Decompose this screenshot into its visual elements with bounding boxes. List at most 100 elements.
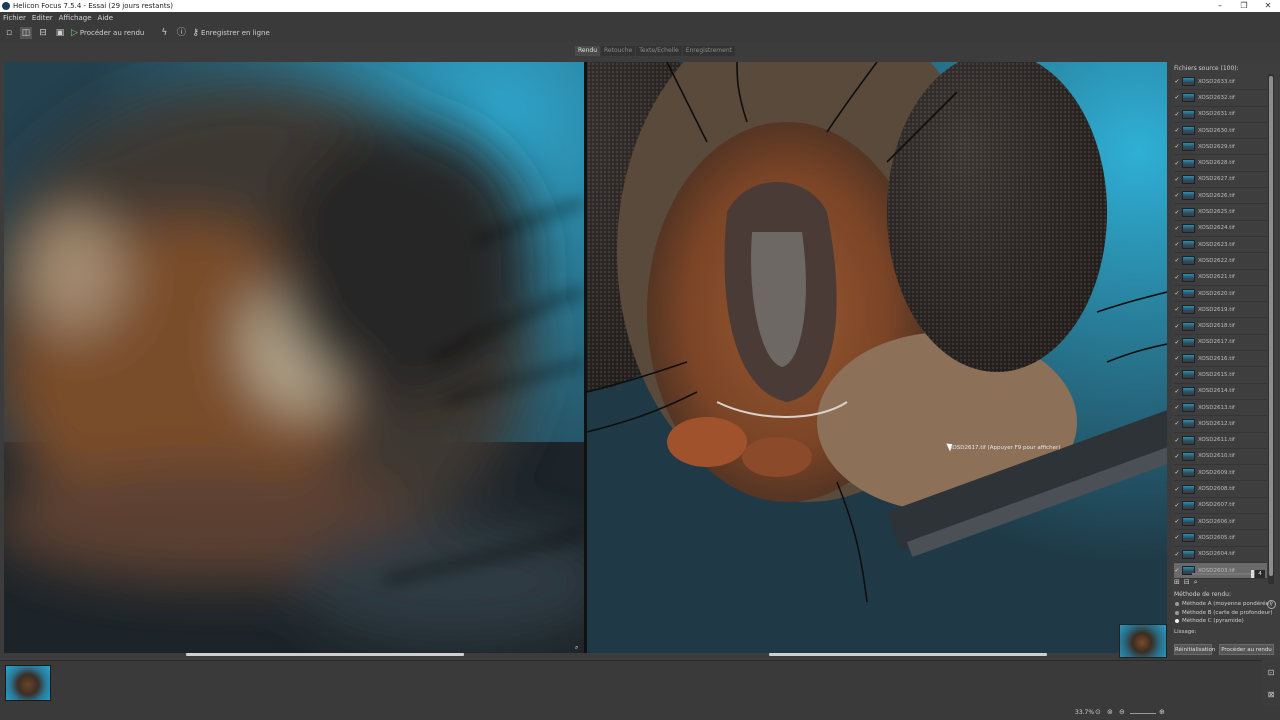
- result-image-view[interactable]: XOSD2617.tif (Appuyer F9 pour afficher): [587, 62, 1167, 653]
- tab-save[interactable]: Enregistrement: [682, 46, 735, 56]
- file-checkbox[interactable]: ✓: [1174, 192, 1180, 199]
- smoothing-slider-knob[interactable]: [1251, 570, 1254, 578]
- file-checkbox[interactable]: ✓: [1174, 420, 1180, 427]
- file-list-item[interactable]: ✓ XOSD2623.tif: [1174, 237, 1267, 254]
- remove-files-icon[interactable]: ⊟: [1184, 578, 1190, 587]
- menu-view[interactable]: Affichage: [59, 14, 92, 22]
- file-checkbox[interactable]: ✓: [1174, 404, 1180, 411]
- split-vertical-view-icon[interactable]: ◫: [20, 27, 32, 39]
- panel-render-button[interactable]: Procéder au rendu: [1219, 644, 1274, 655]
- menu-help[interactable]: Aide: [98, 14, 113, 22]
- tab-render[interactable]: Rendu: [575, 46, 601, 56]
- file-checkbox[interactable]: ✓: [1174, 388, 1180, 395]
- file-checkbox[interactable]: ✓: [1174, 323, 1180, 330]
- file-list-item[interactable]: ✓ XOSD2610.tif: [1174, 449, 1267, 466]
- zoom-out-icon[interactable]: ⊖: [1119, 708, 1125, 716]
- zoom-slider[interactable]: [1130, 713, 1156, 714]
- menu-edit[interactable]: Editer: [32, 14, 53, 22]
- file-list-item[interactable]: ✓ XOSD2608.tif: [1174, 481, 1267, 498]
- file-list-item[interactable]: ✓ XOSD2632.tif: [1174, 90, 1267, 107]
- file-list-item[interactable]: ✓ XOSD2605.tif: [1174, 530, 1267, 547]
- file-checkbox[interactable]: ✓: [1174, 371, 1180, 378]
- file-list-item[interactable]: ✓ XOSD2612.tif: [1174, 416, 1267, 433]
- file-list-item[interactable]: ✓ XOSD2611.tif: [1174, 433, 1267, 449]
- file-list-item[interactable]: ✓ XOSD2604.tif: [1174, 547, 1267, 563]
- file-list-scrollbar[interactable]: [1268, 74, 1274, 584]
- file-checkbox[interactable]: ✓: [1174, 225, 1180, 232]
- search-files-icon[interactable]: ⌕: [1194, 578, 1198, 587]
- file-list-item[interactable]: ✓ XOSD2619.tif: [1174, 302, 1267, 319]
- file-checkbox[interactable]: ✓: [1174, 339, 1180, 346]
- file-list-item[interactable]: ✓ XOSD2633.tif: [1174, 74, 1267, 91]
- close-button[interactable]: ✕: [1255, 0, 1280, 12]
- file-list-item[interactable]: ✓ XOSD2606.tif: [1174, 514, 1267, 531]
- file-checkbox[interactable]: ✓: [1174, 209, 1180, 216]
- file-checkbox[interactable]: ✓: [1174, 94, 1180, 101]
- help-icon[interactable]: ?: [1267, 600, 1276, 609]
- single-view-icon[interactable]: ▣: [54, 27, 66, 39]
- zoom-corner-icon[interactable]: ⌕: [575, 644, 578, 652]
- reset-button[interactable]: Réinitialisation: [1174, 644, 1215, 655]
- file-list-item[interactable]: ✓ XOSD2622.tif: [1174, 253, 1267, 270]
- new-file-icon[interactable]: ▫: [3, 27, 15, 39]
- file-list-item[interactable]: ✓ XOSD2629.tif: [1174, 139, 1267, 156]
- file-list-item[interactable]: ✓ XOSD2624.tif: [1174, 221, 1267, 237]
- smoothing-slider[interactable]: [1192, 570, 1256, 578]
- file-checkbox[interactable]: ✓: [1174, 176, 1180, 183]
- file-checkbox[interactable]: ✓: [1174, 241, 1180, 248]
- file-checkbox[interactable]: ✓: [1174, 534, 1180, 541]
- strip-save-icon[interactable]: ⊡: [1264, 668, 1278, 677]
- source-image-view[interactable]: ⌕: [4, 62, 584, 653]
- file-checkbox[interactable]: ✓: [1174, 160, 1180, 167]
- tab-retouch[interactable]: Retouche: [601, 46, 636, 56]
- split-horizontal-view-icon[interactable]: ⊟: [37, 27, 49, 39]
- quick-action-icon[interactable]: ϟ: [158, 27, 170, 39]
- file-list-item[interactable]: ✓ XOSD2627.tif: [1174, 172, 1267, 189]
- file-list-item[interactable]: ✓ XOSD2609.tif: [1174, 465, 1267, 482]
- info-icon[interactable]: ⓘ: [175, 27, 187, 39]
- file-checkbox[interactable]: ✓: [1174, 486, 1180, 493]
- render-button[interactable]: ▷ Procéder au rendu: [71, 28, 144, 38]
- file-checkbox[interactable]: ✓: [1174, 502, 1180, 509]
- output-thumbnail[interactable]: [5, 665, 51, 701]
- file-checkbox[interactable]: ✓: [1174, 257, 1180, 264]
- minimize-button[interactable]: –: [1207, 0, 1233, 12]
- maximize-button[interactable]: ❐: [1231, 0, 1257, 12]
- file-checkbox[interactable]: ✓: [1174, 437, 1180, 444]
- add-files-icon[interactable]: ⊞: [1174, 578, 1180, 587]
- file-list-item[interactable]: ✓ XOSD2615.tif: [1174, 367, 1267, 384]
- zoom-fit-icon[interactable]: ⊙: [1095, 708, 1101, 716]
- publish-online-button[interactable]: ⚷ Enregistrer en ligne: [192, 28, 269, 38]
- file-list-item[interactable]: ✓ XOSD2618.tif: [1174, 318, 1267, 335]
- file-checkbox[interactable]: ✓: [1174, 78, 1180, 85]
- file-checkbox[interactable]: ✓: [1174, 453, 1180, 460]
- file-list-item[interactable]: ✓ XOSD2621.tif: [1174, 270, 1267, 286]
- method-b-radio[interactable]: Méthode B (carte de profondeur): [1174, 609, 1278, 618]
- smoothing-value[interactable]: 4: [1255, 570, 1265, 578]
- file-list-item[interactable]: ✓ XOSD2616.tif: [1174, 351, 1267, 368]
- file-checkbox[interactable]: ✓: [1174, 306, 1180, 313]
- file-checkbox[interactable]: ✓: [1174, 127, 1180, 134]
- file-list-item[interactable]: ✓ XOSD2625.tif: [1174, 204, 1267, 221]
- file-list-item[interactable]: ✓ XOSD2613.tif: [1174, 400, 1267, 417]
- file-list-item[interactable]: ✓ XOSD2628.tif: [1174, 155, 1267, 172]
- navigator-thumbnail[interactable]: [1119, 624, 1167, 658]
- file-checkbox[interactable]: ✓: [1174, 355, 1180, 362]
- file-checkbox[interactable]: ✓: [1174, 290, 1180, 297]
- file-checkbox[interactable]: ✓: [1174, 551, 1180, 558]
- file-list-item[interactable]: ✓ XOSD2620.tif: [1174, 286, 1267, 303]
- file-list-item[interactable]: ✓ XOSD2607.tif: [1174, 498, 1267, 515]
- file-checkbox[interactable]: ✓: [1174, 567, 1180, 574]
- method-c-radio[interactable]: Méthode C (pyramide): [1174, 617, 1278, 626]
- file-list-item[interactable]: ✓ XOSD2614.tif: [1174, 384, 1267, 400]
- method-a-radio[interactable]: Méthode A (moyenne pondérée): [1174, 600, 1278, 609]
- file-checkbox[interactable]: ✓: [1174, 143, 1180, 150]
- file-list-item[interactable]: ✓ XOSD2626.tif: [1174, 188, 1267, 205]
- file-list-item[interactable]: ✓ XOSD2617.tif: [1174, 335, 1267, 352]
- file-checkbox[interactable]: ✓: [1174, 518, 1180, 525]
- tab-text-scale[interactable]: Texte/Echelle: [636, 46, 682, 56]
- file-checkbox[interactable]: ✓: [1174, 111, 1180, 118]
- left-view-scrollbar[interactable]: [186, 653, 464, 656]
- file-list-item[interactable]: ✓ XOSD2630.tif: [1174, 123, 1267, 140]
- menu-file[interactable]: Fichier: [3, 14, 26, 22]
